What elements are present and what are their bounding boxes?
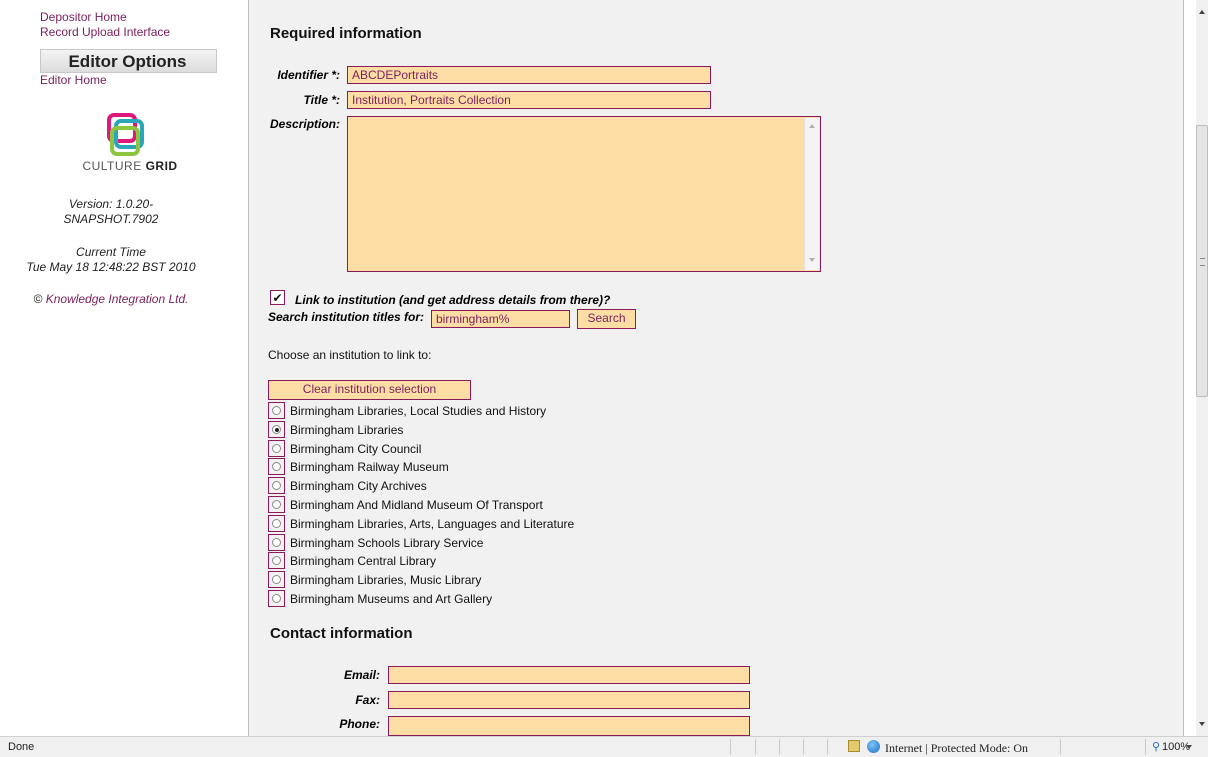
page-scroll-down-icon[interactable]	[1199, 722, 1205, 726]
zone-text: Internet | Protected Mode: On	[885, 741, 1029, 755]
institution-option[interactable]: Birmingham City Archives	[268, 476, 427, 495]
depositor-home-link[interactable]: Depositor Home	[40, 10, 127, 24]
copyright: © Knowledge Integration Ltd.	[0, 292, 222, 307]
institution-option-label: Birmingham Libraries, Music Library	[290, 572, 482, 587]
institution-radio[interactable]	[272, 500, 281, 509]
institution-search-input[interactable]: birmingham%	[431, 310, 570, 328]
editor-options-title: Editor Options	[68, 52, 187, 71]
clear-institution-button[interactable]: Clear institution selection	[268, 380, 471, 400]
knowledge-integration-link[interactable]: Knowledge Integration Ltd.	[46, 292, 189, 306]
institution-radio[interactable]	[272, 425, 281, 434]
institution-radio-frame	[268, 534, 285, 551]
scroll-up-icon[interactable]	[809, 124, 815, 128]
fax-label: Fax:	[355, 693, 380, 707]
institution-radio-frame	[268, 552, 285, 569]
description-textarea[interactable]	[347, 116, 821, 272]
culture-grid-logo-icon	[107, 113, 144, 156]
page-scrollbar[interactable]	[1196, 0, 1208, 736]
radio-selected-dot	[274, 427, 279, 432]
institution-radio[interactable]	[272, 462, 281, 471]
zoom-dropdown-icon[interactable]	[1186, 745, 1192, 749]
institution-radio[interactable]	[272, 556, 281, 565]
institution-radio-frame	[268, 402, 285, 419]
phone-label: Phone:	[339, 717, 380, 731]
institution-radio[interactable]	[272, 519, 281, 528]
email-label: Email:	[343, 668, 380, 682]
record-upload-link[interactable]: Record Upload Interface	[40, 25, 170, 39]
checkmark-icon: ✔	[272, 290, 283, 305]
institution-radio-frame	[268, 590, 285, 607]
institution-radio-frame	[268, 440, 285, 457]
editor-home-link[interactable]: Editor Home	[40, 73, 107, 87]
institution-option-label: Birmingham Railway Museum	[290, 459, 449, 474]
institution-radio-frame	[268, 477, 285, 494]
institution-option-label: Birmingham City Council	[290, 441, 422, 456]
logo-text-culture: CULTURE	[82, 159, 142, 173]
logo-text-grid: GRID	[145, 159, 178, 173]
institution-radio-frame	[268, 421, 285, 438]
protected-mode-icon[interactable]	[848, 740, 860, 752]
email-input[interactable]	[388, 666, 750, 684]
institution-radio[interactable]	[272, 444, 281, 453]
scroll-down-icon[interactable]	[809, 258, 815, 262]
link-institution-label: Link to institution (and get address det…	[295, 293, 611, 307]
institution-option[interactable]: Birmingham Central Library	[268, 551, 436, 570]
institution-radio[interactable]	[272, 594, 281, 603]
institution-radio-frame	[268, 515, 285, 532]
institution-radio[interactable]	[272, 406, 281, 415]
required-info-heading: Required information	[270, 25, 422, 42]
institution-option[interactable]: Birmingham Libraries, Arts, Languages an…	[268, 514, 574, 533]
institution-radio[interactable]	[272, 538, 281, 547]
institution-option[interactable]: Birmingham Schools Library Service	[268, 533, 483, 552]
institution-option[interactable]: Birmingham And Midland Museum Of Transpo…	[268, 495, 543, 514]
current-time-value: Tue May 18 12:48:22 BST 2010	[26, 260, 196, 274]
page-scroll-thumb[interactable]	[1196, 125, 1208, 397]
choose-institution-label: Choose an institution to link to:	[268, 348, 432, 362]
institution-option-label: Birmingham Libraries, Arts, Languages an…	[290, 516, 575, 531]
institution-option[interactable]: Birmingham City Council	[268, 439, 421, 458]
institution-radio-frame	[268, 496, 285, 513]
status-text: Done	[8, 741, 35, 753]
institution-radio[interactable]	[272, 575, 281, 584]
institution-option-label: Birmingham City Archives	[290, 478, 427, 493]
globe-icon	[867, 740, 880, 753]
institution-radio[interactable]	[272, 481, 281, 490]
institution-option[interactable]: Birmingham Railway Museum	[268, 457, 449, 476]
fax-input[interactable]	[388, 691, 750, 709]
phone-input[interactable]	[388, 716, 750, 736]
version-line-2: SNAPSHOT.7902	[63, 212, 159, 226]
institution-option-label: Birmingham Libraries	[290, 422, 404, 437]
institution-option-label: Birmingham And Midland Museum Of Transpo…	[290, 497, 543, 512]
title-input[interactable]: Institution, Portraits Collection	[347, 91, 711, 109]
status-bar: Done Internet | Protected Mode: On ⚲ 100…	[0, 736, 1208, 757]
identifier-input[interactable]: ABCDEPortraits	[347, 66, 711, 84]
search-institution-label: Search institution titles for:	[268, 310, 425, 324]
link-institution-checkbox[interactable]: ✔	[270, 290, 285, 305]
page-scroll-up-icon[interactable]	[1199, 10, 1205, 14]
institution-option-label: Birmingham Schools Library Service	[290, 535, 484, 550]
title-label: Title *:	[303, 93, 340, 107]
identifier-label: Identifier *:	[277, 68, 340, 82]
search-button[interactable]: Search	[577, 309, 636, 329]
culture-grid-logo: CULTURE GRID	[80, 113, 180, 173]
institution-option-label: Birmingham Libraries, Local Studies and …	[290, 403, 547, 418]
institution-option[interactable]: Birmingham Libraries	[268, 420, 403, 439]
institution-option[interactable]: Birmingham Libraries, Local Studies and …	[268, 401, 546, 420]
institution-radio-frame	[268, 458, 285, 475]
institution-option[interactable]: Birmingham Libraries, Music Library	[268, 570, 481, 589]
description-scrollbar[interactable]	[804, 118, 819, 270]
description-label: Description:	[270, 117, 341, 131]
institution-option[interactable]: Birmingham Museums and Art Gallery	[268, 589, 492, 608]
institution-option-label: Birmingham Central Library	[290, 553, 437, 568]
current-time-label: Current Time	[76, 245, 146, 259]
institution-option-label: Birmingham Museums and Art Gallery	[290, 591, 493, 606]
version-line-1: Version: 1.0.20-	[68, 197, 154, 211]
institution-radio-frame	[268, 571, 285, 588]
zoom-icon[interactable]: ⚲	[1152, 740, 1160, 753]
copyright-symbol: ©	[33, 292, 43, 306]
contact-info-heading: Contact information	[270, 625, 413, 642]
sidebar: Depositor Home Record Upload Interface E…	[0, 0, 222, 736]
